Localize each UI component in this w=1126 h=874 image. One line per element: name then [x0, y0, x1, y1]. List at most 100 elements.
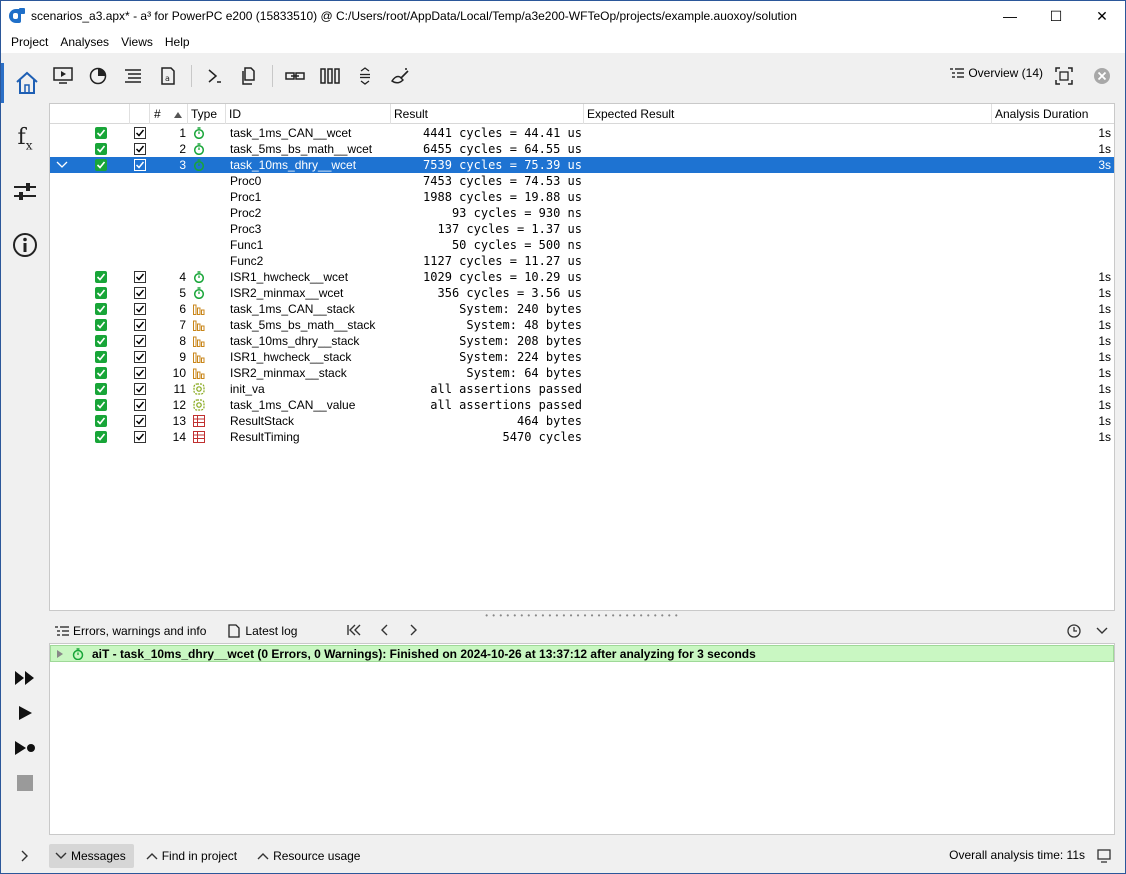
table-row[interactable]: 5 ISR2_minmax__wcet 356 cycles = 3.56 us 1s [50, 285, 1114, 301]
run-until-button[interactable] [1, 731, 49, 765]
table-row[interactable]: 3 task_10ms_dhry__wcet 7539 cycles = 75.39… [50, 157, 1114, 173]
stack-bars-icon [193, 303, 205, 315]
row-result: System: 240 bytes [459, 302, 582, 316]
table-row[interactable]: 9 ISR1_hwcheck__stack System: 224 bytes 1s [50, 349, 1114, 365]
enabled-checkbox[interactable] [134, 383, 146, 395]
enabled-checkbox[interactable] [134, 335, 146, 347]
column-header-result[interactable]: Result [391, 104, 584, 124]
table-row[interactable]: 13 ResultStack 464 bytes 1s [50, 413, 1114, 429]
status-tab-messages[interactable]: Messages [49, 844, 134, 868]
first-message-button[interactable] [339, 623, 369, 639]
home-nav-button[interactable] [1, 63, 49, 103]
column-header-enabled[interactable] [130, 104, 150, 124]
enabled-checkbox[interactable] [134, 287, 146, 299]
table-row[interactable]: 11 init_va all assertions passed 1s [50, 381, 1114, 397]
enabled-checkbox[interactable] [134, 303, 146, 315]
pie-chart-button[interactable] [84, 63, 112, 89]
table-row[interactable]: 8 task_10ms_dhry__stack System: 208 bytes 1… [50, 333, 1114, 349]
enabled-checkbox[interactable] [134, 431, 146, 443]
functions-nav-button[interactable]: fx [1, 119, 49, 159]
table-child-row[interactable]: Proc1 1988 cycles = 19.88 us [50, 189, 1114, 205]
row-duration: 1s [1098, 286, 1111, 300]
column-header-type[interactable]: Type [188, 104, 226, 124]
table-row[interactable]: 4 ISR1_hwcheck__wcet 1029 cycles = 10.29 u… [50, 269, 1114, 285]
enabled-checkbox[interactable] [134, 367, 146, 379]
info-nav-button[interactable] [1, 225, 49, 265]
messages-dropdown-button[interactable] [1095, 624, 1109, 641]
table-row[interactable]: 1 task_1ms_CAN__wcet 4441 cycles = 44.41 u… [50, 125, 1114, 141]
enabled-checkbox[interactable] [134, 271, 146, 283]
collapse-chevron-icon[interactable] [56, 157, 68, 173]
enabled-checkbox[interactable] [134, 415, 146, 427]
row-id: Proc3 [230, 222, 262, 236]
monitor-button[interactable] [49, 63, 77, 89]
column-header-id[interactable]: ID [226, 104, 391, 124]
status-monitor-button[interactable] [1097, 849, 1111, 866]
enabled-checkbox[interactable] [134, 127, 146, 139]
enabled-checkbox[interactable] [134, 143, 146, 155]
toolbar-separator [272, 65, 273, 87]
overview-label: Overview (14) [968, 66, 1043, 80]
expand-sidebar-button[interactable] [1, 850, 49, 862]
status-tab-find[interactable]: Find in project [140, 844, 245, 868]
fit-view-button[interactable] [1051, 64, 1077, 88]
enabled-checkbox[interactable] [134, 159, 146, 171]
outline-button[interactable] [119, 63, 147, 89]
previous-message-button[interactable] [369, 623, 399, 639]
table-child-row[interactable]: Proc2 93 cycles = 930 ns [50, 205, 1114, 221]
maximize-button[interactable]: ☐ [1033, 1, 1079, 31]
message-row[interactable]: aiT - task_10ms_dhry__wcet (0 Errors, 0 … [50, 645, 1114, 662]
column-header-duration[interactable]: Analysis Duration [992, 104, 1114, 124]
table-row[interactable]: 6 task_1ms_CAN__stack System: 240 bytes 1s [50, 301, 1114, 317]
copy-button[interactable] [235, 63, 263, 89]
table-child-row[interactable]: Proc0 7453 cycles = 74.53 us [50, 173, 1114, 189]
enabled-checkbox[interactable] [134, 399, 146, 411]
table-child-row[interactable]: Proc3 137 cycles = 1.37 us [50, 221, 1114, 237]
table-child-row[interactable]: Func1 50 cycles = 500 ns [50, 237, 1114, 253]
clear-overview-button[interactable] [1089, 64, 1115, 88]
run-button[interactable] [1, 696, 49, 730]
pie-chart-icon [89, 67, 107, 85]
table-row[interactable]: 7 task_5ms_bs_math__stack System: 48 bytes… [50, 317, 1114, 333]
table-row[interactable]: 10 ISR2_minmax__stack System: 64 bytes 1s [50, 365, 1114, 381]
settings-nav-button[interactable] [1, 171, 49, 211]
menu-analyses[interactable]: Analyses [54, 35, 115, 49]
row-id: ISR2_minmax__stack [230, 366, 347, 380]
column-header-num[interactable]: # [150, 104, 188, 124]
row-number: 1 [179, 126, 186, 140]
column-header-expected[interactable]: Expected Result [584, 104, 992, 124]
broom-icon [391, 68, 409, 84]
document-button[interactable]: a [154, 63, 182, 89]
column-header-status[interactable] [50, 104, 130, 124]
overview-toggle[interactable]: Overview (14) [950, 66, 1043, 80]
play-icon [19, 706, 32, 720]
close-window-button[interactable]: ✕ [1079, 1, 1125, 31]
expand-triangle-icon[interactable] [56, 649, 64, 659]
stop-button[interactable] [1, 766, 49, 800]
menu-project[interactable]: Project [5, 35, 54, 49]
run-all-button[interactable] [1, 661, 49, 695]
next-message-button[interactable] [399, 623, 429, 639]
history-button[interactable] [1067, 624, 1081, 641]
row-id: ISR2_minmax__wcet [230, 286, 344, 300]
clean-button[interactable] [386, 63, 414, 89]
row-id: ResultStack [230, 414, 295, 428]
tab-errors-warnings[interactable]: Errors, warnings and info [55, 624, 206, 638]
menu-help[interactable]: Help [159, 35, 196, 49]
tab-latest-log[interactable]: Latest log [228, 624, 297, 638]
table-row[interactable]: 12 task_1ms_CAN__value all assertions pass… [50, 397, 1114, 413]
table-row[interactable]: 14 ResultTiming 5470 cycles 1s [50, 429, 1114, 445]
enabled-checkbox[interactable] [134, 351, 146, 363]
columns-button[interactable] [316, 63, 344, 89]
enabled-checkbox[interactable] [134, 319, 146, 331]
table-row[interactable]: 2 task_5ms_bs_math__wcet 6455 cycles = 64.… [50, 141, 1114, 157]
panel-splitter[interactable]: • • • • • • • • • • • • • • • • • • • • … [49, 611, 1115, 620]
status-tab-resource[interactable]: Resource usage [251, 844, 368, 868]
prompt-button[interactable] [200, 63, 228, 89]
expand-collapse-button[interactable] [351, 63, 379, 89]
menu-views[interactable]: Views [115, 35, 159, 49]
row-duration: 1s [1098, 350, 1111, 364]
table-child-row[interactable]: Func2 1127 cycles = 11.27 us [50, 253, 1114, 269]
link-button[interactable] [281, 63, 309, 89]
minimize-button[interactable]: — [987, 1, 1033, 31]
